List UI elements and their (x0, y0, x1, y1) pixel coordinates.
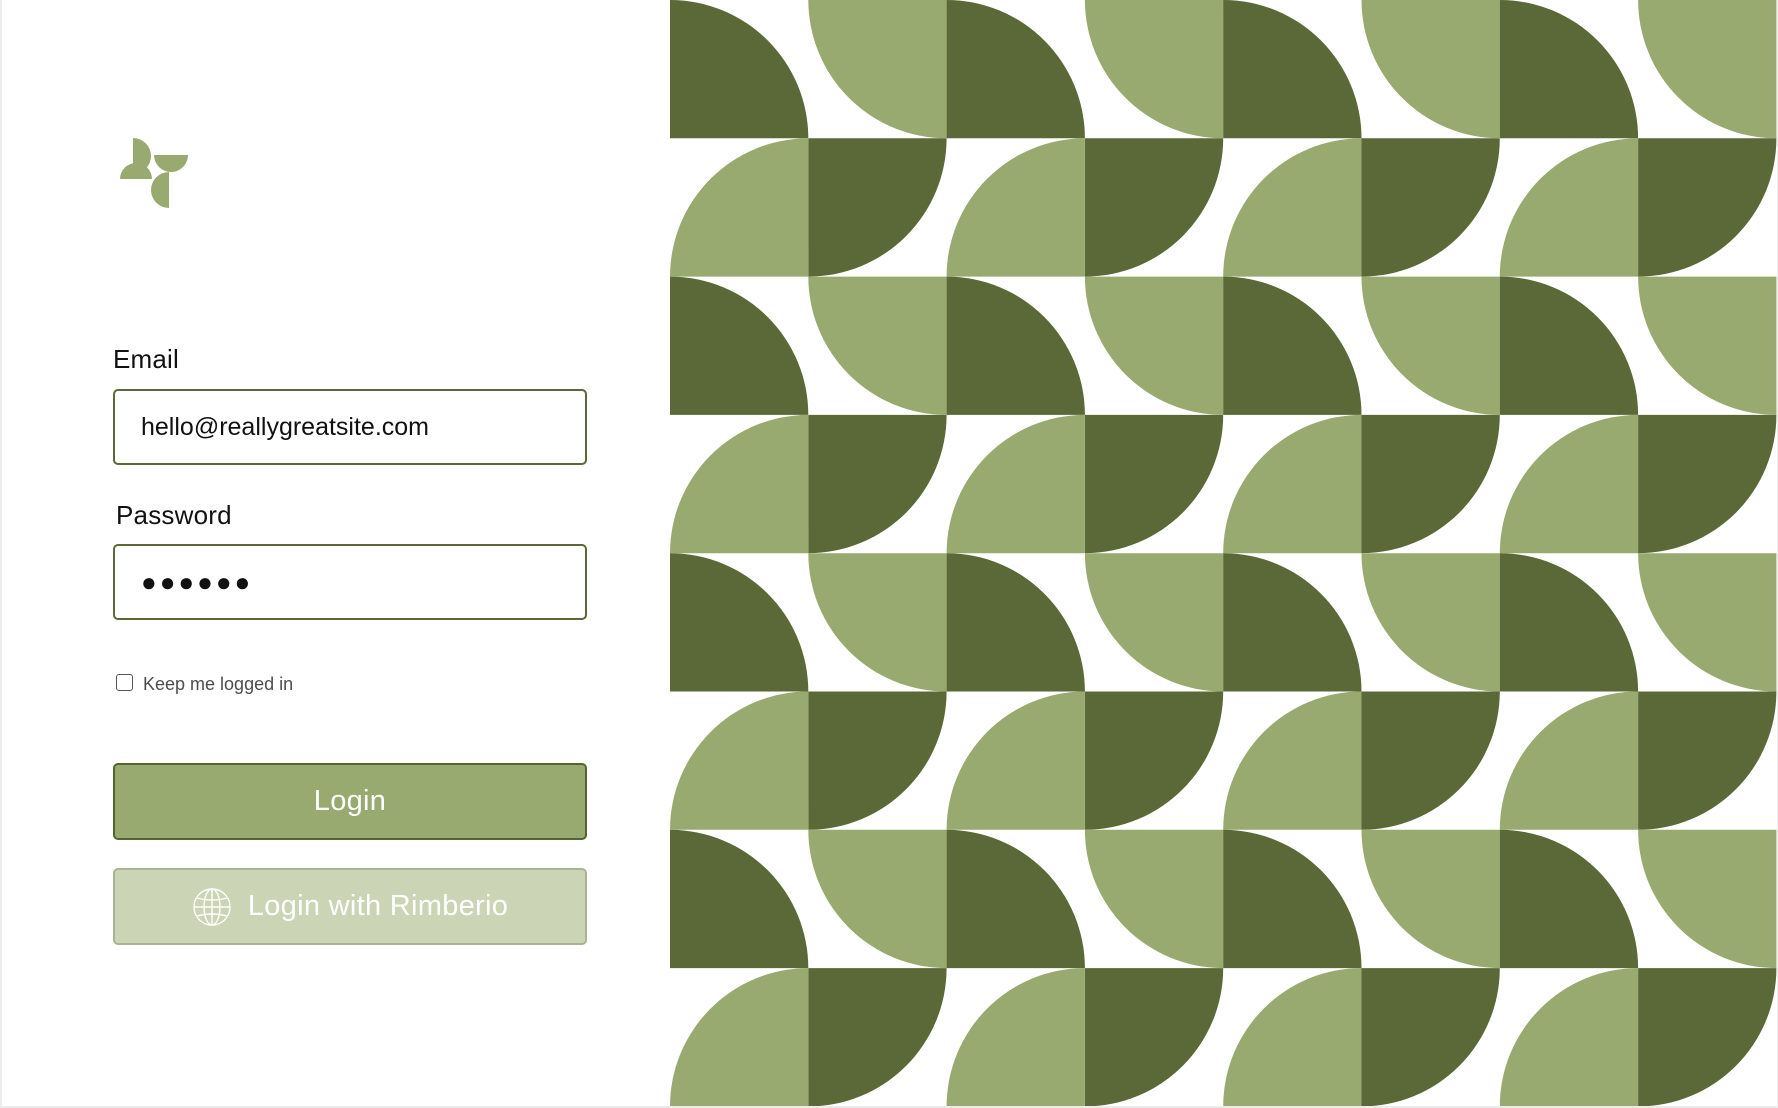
keep-logged-in-label: Keep me logged in (143, 674, 294, 694)
pattern-quarter-circle (946, 553, 1085, 692)
pattern-quarter-circle (946, 0, 1085, 139)
login-panel: Email Password Keep me logged in Login (2, 0, 670, 1106)
pattern-quarter-circle (1084, 276, 1224, 415)
pattern-quarter-circle (808, 553, 947, 692)
login-button-label: Login (313, 785, 387, 817)
pattern-quarter-circle (1223, 276, 1362, 415)
pattern-quarter-circle (946, 414, 1085, 554)
pattern-quarter-circle (1084, 553, 1224, 692)
pattern-quarter-circle (1499, 138, 1639, 277)
pattern-quarter-circle (1361, 829, 1500, 969)
pattern-quarter-circle (1084, 0, 1224, 139)
pattern-quarter-circle (1223, 414, 1362, 554)
pattern-quarter-circle (1499, 968, 1639, 1106)
pattern-quarter-circle (1499, 414, 1639, 554)
pattern-quarter-circle (1223, 553, 1362, 692)
email-label: Email (113, 344, 180, 374)
pattern-quarter-circle (1638, 0, 1777, 139)
pattern-quarter-circle (670, 414, 809, 554)
pattern-quarter-circle (670, 0, 809, 139)
pattern-quarter-circle (670, 553, 809, 692)
pattern-quarter-circle (1638, 276, 1777, 415)
login-with-rimberio-label: Login with Rimberio (247, 890, 509, 922)
pattern-quarter-circle (946, 691, 1085, 830)
pattern-quarter-circle (1499, 276, 1639, 415)
pattern-quarter-circle (1223, 691, 1362, 830)
pattern-quarter-circle (1223, 138, 1362, 277)
pattern-quarter-circle (946, 829, 1085, 969)
pattern-quarter-circle (1499, 553, 1639, 692)
pattern-quarter-circle (1223, 968, 1362, 1106)
pattern-quarter-circle (1084, 829, 1224, 969)
pattern-quarter-circle (670, 691, 809, 830)
pattern-quarter-circle (1499, 829, 1639, 969)
globe-icon (193, 887, 231, 926)
pattern-quarter-circle (670, 276, 809, 415)
email-input[interactable] (113, 389, 587, 465)
pattern-quarter-circle (1638, 553, 1777, 692)
pattern-quarter-circle (1223, 829, 1362, 969)
pattern-quarter-circle (808, 0, 947, 139)
pattern-quarter-circle (1361, 276, 1500, 415)
login-with-rimberio-button[interactable]: Login with Rimberio (113, 868, 587, 945)
pinwheel-logo-icon (120, 138, 188, 208)
keep-logged-in-checkbox[interactable] (116, 674, 133, 691)
pattern-quarter-circle (1638, 829, 1777, 969)
pattern-quarter-circle (670, 829, 809, 969)
pattern-quarter-circle (1499, 0, 1639, 139)
login-page: Email Password Keep me logged in Login (2, 0, 1777, 1106)
pattern-quarter-circle (1361, 553, 1500, 692)
pattern-quarter-circle (670, 138, 809, 277)
decorative-quarter-circle-pattern (670, 0, 1777, 1106)
password-label: Password (116, 500, 232, 530)
login-button[interactable]: Login (113, 763, 587, 840)
pattern-quarter-circle (670, 968, 809, 1106)
pattern-quarter-circle (1223, 0, 1362, 139)
password-input[interactable] (113, 544, 587, 620)
pattern-quarter-circle (1499, 691, 1639, 830)
pattern-quarter-circle (1361, 0, 1500, 139)
pattern-quarter-circle (946, 968, 1085, 1106)
pattern-quarter-circle (946, 138, 1085, 277)
screen: Email Password Keep me logged in Login (0, 0, 1778, 1108)
pattern-quarter-circle (946, 276, 1085, 415)
pattern-quarter-circle (808, 829, 947, 969)
pattern-quarter-circle (808, 276, 947, 415)
